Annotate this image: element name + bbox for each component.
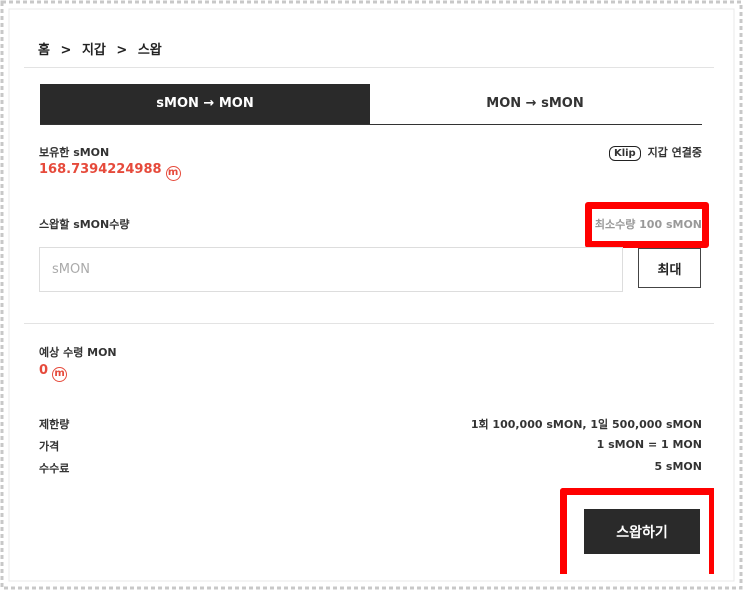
expected-label: 예상 수령 MON [39, 346, 117, 359]
breadcrumb-separator: > [116, 43, 128, 58]
info-value: 1회 100,000 sMON, 1일 500,000 sMON [470, 418, 702, 431]
info-value: 5 sMON [654, 460, 702, 473]
expected-value: 0 [39, 363, 49, 378]
info-row-price: 가격 1 sMON = 1 MON [39, 438, 702, 454]
swap-card: 홈 > 지갑 > 스왑 sMON → MON MON → sMON 보유한 sM… [24, 26, 714, 574]
max-button[interactable]: 최대 [638, 248, 701, 288]
info-value: 1 sMON = 1 MON [596, 438, 702, 451]
swap-direction-tabs: sMON → MON MON → sMON [40, 84, 702, 125]
wallet-status-text: 지갑 연결중 [647, 146, 702, 159]
breadcrumb-swap: 스왑 [137, 43, 162, 58]
breadcrumb-wallet[interactable]: 지갑 [82, 43, 106, 58]
swap-amount-label: 스왑할 sMON수량 [39, 218, 130, 231]
breadcrumb: 홈 > 지갑 > 스왑 [24, 26, 714, 68]
balance-value-row: 168.7394224988 m [39, 162, 181, 181]
balance-label: 보유한 sMON [39, 146, 110, 159]
info-key: 가격 [39, 440, 60, 453]
tab-smon-to-mon[interactable]: sMON → MON [40, 84, 370, 124]
swap-amount-input[interactable] [39, 247, 623, 292]
m-coin-icon: m [52, 367, 68, 382]
expected-value-row: 0m [39, 363, 68, 382]
wallet-connection: Klip 지갑 연결중 [608, 144, 702, 161]
info-row-fee: 수수료 5 sMON [39, 460, 702, 476]
minimum-highlight-box [585, 202, 709, 248]
swap-button[interactable]: 스왑하기 [584, 509, 700, 554]
klip-logo: Klip [608, 146, 641, 161]
info-row-limit: 제한량 1회 100,000 sMON, 1일 500,000 sMON [39, 416, 702, 432]
breadcrumb-home[interactable]: 홈 [38, 43, 50, 58]
m-coin-icon: m [165, 166, 181, 181]
tab-mon-to-smon[interactable]: MON → sMON [370, 84, 700, 124]
breadcrumb-separator: > [60, 43, 72, 58]
balance-value: 168.7394224988 [39, 162, 162, 177]
info-key: 수수료 [39, 462, 70, 475]
info-key: 제한량 [39, 418, 70, 431]
section-divider [24, 323, 714, 324]
